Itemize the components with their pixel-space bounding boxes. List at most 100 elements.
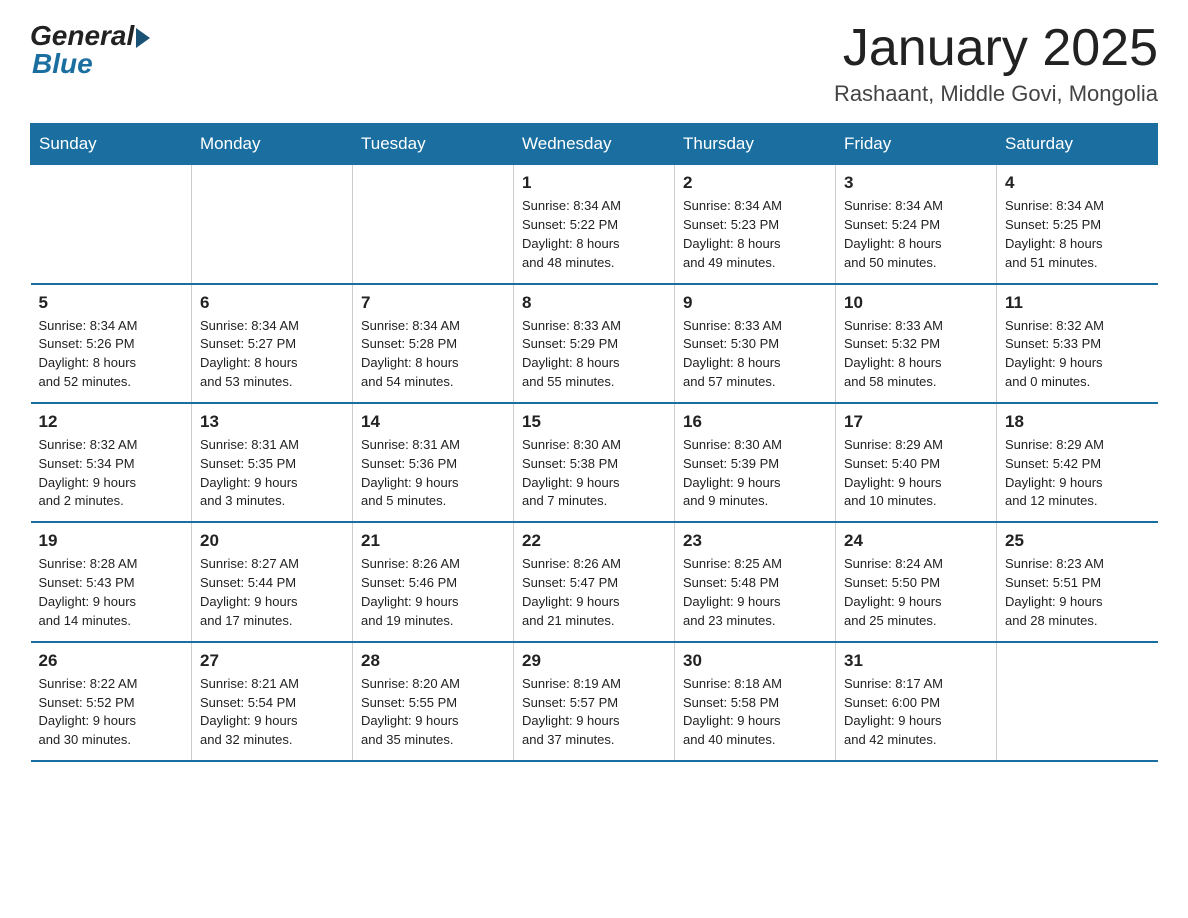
day-number: 16 xyxy=(683,412,827,432)
day-info: Sunrise: 8:22 AM Sunset: 5:52 PM Dayligh… xyxy=(39,675,184,750)
month-title: January 2025 xyxy=(834,20,1158,77)
day-number: 1 xyxy=(522,173,666,193)
calendar-table: SundayMondayTuesdayWednesdayThursdayFrid… xyxy=(30,123,1158,762)
day-number: 27 xyxy=(200,651,344,671)
day-info: Sunrise: 8:31 AM Sunset: 5:35 PM Dayligh… xyxy=(200,436,344,511)
day-number: 23 xyxy=(683,531,827,551)
calendar-header-row: SundayMondayTuesdayWednesdayThursdayFrid… xyxy=(31,124,1158,165)
calendar-cell: 4 Sunrise: 8:34 AM Sunset: 5:25 PM Daylig… xyxy=(997,165,1158,284)
day-info: Sunrise: 8:34 AM Sunset: 5:28 PM Dayligh… xyxy=(361,317,505,392)
calendar-cell xyxy=(353,165,514,284)
day-info: Sunrise: 8:24 AM Sunset: 5:50 PM Dayligh… xyxy=(844,555,988,630)
logo: General Blue xyxy=(30,20,150,80)
calendar-cell: 12 Sunrise: 8:32 AM Sunset: 5:34 PM Dayli… xyxy=(31,403,192,522)
calendar-header-saturday: Saturday xyxy=(997,124,1158,165)
day-info: Sunrise: 8:18 AM Sunset: 5:58 PM Dayligh… xyxy=(683,675,827,750)
day-number: 17 xyxy=(844,412,988,432)
calendar-cell: 28 Sunrise: 8:20 AM Sunset: 5:55 PM Dayli… xyxy=(353,642,514,761)
day-info: Sunrise: 8:34 AM Sunset: 5:25 PM Dayligh… xyxy=(1005,197,1150,272)
calendar-cell: 14Sunrise: 8:31 AM Sunset: 5:36 PM Dayli… xyxy=(353,403,514,522)
day-info: Sunrise: 8:30 AM Sunset: 5:39 PM Dayligh… xyxy=(683,436,827,511)
day-number: 5 xyxy=(39,293,184,313)
calendar-week-row: 1Sunrise: 8:34 AM Sunset: 5:22 PM Daylig… xyxy=(31,165,1158,284)
day-number: 11 xyxy=(1005,293,1150,313)
calendar-cell: 24 Sunrise: 8:24 AM Sunset: 5:50 PM Dayli… xyxy=(836,522,997,641)
day-number: 30 xyxy=(683,651,827,671)
logo-arrow-icon xyxy=(136,28,150,48)
day-info: Sunrise: 8:25 AM Sunset: 5:48 PM Dayligh… xyxy=(683,555,827,630)
day-number: 31 xyxy=(844,651,988,671)
calendar-cell: 26 Sunrise: 8:22 AM Sunset: 5:52 PM Dayli… xyxy=(31,642,192,761)
day-info: Sunrise: 8:34 AM Sunset: 5:27 PM Dayligh… xyxy=(200,317,344,392)
day-number: 4 xyxy=(1005,173,1150,193)
title-block: January 2025 Rashaant, Middle Govi, Mong… xyxy=(834,20,1158,107)
day-info: Sunrise: 8:30 AM Sunset: 5:38 PM Dayligh… xyxy=(522,436,666,511)
calendar-header-friday: Friday xyxy=(836,124,997,165)
day-number: 18 xyxy=(1005,412,1150,432)
calendar-week-row: 5Sunrise: 8:34 AM Sunset: 5:26 PM Daylig… xyxy=(31,284,1158,403)
calendar-cell: 3 Sunrise: 8:34 AM Sunset: 5:24 PM Daylig… xyxy=(836,165,997,284)
calendar-cell: 2Sunrise: 8:34 AM Sunset: 5:23 PM Daylig… xyxy=(675,165,836,284)
calendar-cell: 18 Sunrise: 8:29 AM Sunset: 5:42 PM Dayli… xyxy=(997,403,1158,522)
calendar-cell: 23 Sunrise: 8:25 AM Sunset: 5:48 PM Dayli… xyxy=(675,522,836,641)
day-number: 24 xyxy=(844,531,988,551)
logo-blue-text: Blue xyxy=(30,48,93,80)
day-number: 6 xyxy=(200,293,344,313)
page-header: General Blue January 2025 Rashaant, Midd… xyxy=(30,20,1158,107)
calendar-cell: 27 Sunrise: 8:21 AM Sunset: 5:54 PM Dayli… xyxy=(192,642,353,761)
day-number: 14 xyxy=(361,412,505,432)
calendar-cell: 10 Sunrise: 8:33 AM Sunset: 5:32 PM Dayli… xyxy=(836,284,997,403)
day-info: Sunrise: 8:17 AM Sunset: 6:00 PM Dayligh… xyxy=(844,675,988,750)
calendar-cell: 5Sunrise: 8:34 AM Sunset: 5:26 PM Daylig… xyxy=(31,284,192,403)
day-info: Sunrise: 8:29 AM Sunset: 5:40 PM Dayligh… xyxy=(844,436,988,511)
day-info: Sunrise: 8:29 AM Sunset: 5:42 PM Dayligh… xyxy=(1005,436,1150,511)
day-number: 20 xyxy=(200,531,344,551)
calendar-cell: 22Sunrise: 8:26 AM Sunset: 5:47 PM Dayli… xyxy=(514,522,675,641)
calendar-cell: 17 Sunrise: 8:29 AM Sunset: 5:40 PM Dayli… xyxy=(836,403,997,522)
calendar-week-row: 12 Sunrise: 8:32 AM Sunset: 5:34 PM Dayli… xyxy=(31,403,1158,522)
day-number: 28 xyxy=(361,651,505,671)
day-number: 2 xyxy=(683,173,827,193)
calendar-cell: 7 Sunrise: 8:34 AM Sunset: 5:28 PM Daylig… xyxy=(353,284,514,403)
day-info: Sunrise: 8:27 AM Sunset: 5:44 PM Dayligh… xyxy=(200,555,344,630)
calendar-cell: 19Sunrise: 8:28 AM Sunset: 5:43 PM Dayli… xyxy=(31,522,192,641)
location-subtitle: Rashaant, Middle Govi, Mongolia xyxy=(834,81,1158,107)
calendar-cell: 30 Sunrise: 8:18 AM Sunset: 5:58 PM Dayli… xyxy=(675,642,836,761)
day-number: 8 xyxy=(522,293,666,313)
calendar-cell xyxy=(31,165,192,284)
day-number: 21 xyxy=(361,531,505,551)
calendar-cell: 29Sunrise: 8:19 AM Sunset: 5:57 PM Dayli… xyxy=(514,642,675,761)
calendar-header-sunday: Sunday xyxy=(31,124,192,165)
day-info: Sunrise: 8:32 AM Sunset: 5:33 PM Dayligh… xyxy=(1005,317,1150,392)
day-number: 3 xyxy=(844,173,988,193)
calendar-week-row: 26 Sunrise: 8:22 AM Sunset: 5:52 PM Dayli… xyxy=(31,642,1158,761)
day-info: Sunrise: 8:23 AM Sunset: 5:51 PM Dayligh… xyxy=(1005,555,1150,630)
calendar-cell: 8 Sunrise: 8:33 AM Sunset: 5:29 PM Daylig… xyxy=(514,284,675,403)
day-info: Sunrise: 8:20 AM Sunset: 5:55 PM Dayligh… xyxy=(361,675,505,750)
day-info: Sunrise: 8:33 AM Sunset: 5:29 PM Dayligh… xyxy=(522,317,666,392)
day-number: 26 xyxy=(39,651,184,671)
day-info: Sunrise: 8:33 AM Sunset: 5:30 PM Dayligh… xyxy=(683,317,827,392)
calendar-cell: 15Sunrise: 8:30 AM Sunset: 5:38 PM Dayli… xyxy=(514,403,675,522)
day-info: Sunrise: 8:34 AM Sunset: 5:24 PM Dayligh… xyxy=(844,197,988,272)
day-info: Sunrise: 8:26 AM Sunset: 5:46 PM Dayligh… xyxy=(361,555,505,630)
day-info: Sunrise: 8:32 AM Sunset: 5:34 PM Dayligh… xyxy=(39,436,184,511)
day-number: 12 xyxy=(39,412,184,432)
calendar-header-wednesday: Wednesday xyxy=(514,124,675,165)
calendar-cell: 21 Sunrise: 8:26 AM Sunset: 5:46 PM Dayli… xyxy=(353,522,514,641)
day-info: Sunrise: 8:33 AM Sunset: 5:32 PM Dayligh… xyxy=(844,317,988,392)
day-info: Sunrise: 8:28 AM Sunset: 5:43 PM Dayligh… xyxy=(39,555,184,630)
calendar-week-row: 19Sunrise: 8:28 AM Sunset: 5:43 PM Dayli… xyxy=(31,522,1158,641)
day-number: 10 xyxy=(844,293,988,313)
day-number: 25 xyxy=(1005,531,1150,551)
day-number: 7 xyxy=(361,293,505,313)
calendar-cell: 16 Sunrise: 8:30 AM Sunset: 5:39 PM Dayli… xyxy=(675,403,836,522)
day-number: 22 xyxy=(522,531,666,551)
day-number: 13 xyxy=(200,412,344,432)
calendar-cell: 11 Sunrise: 8:32 AM Sunset: 5:33 PM Dayli… xyxy=(997,284,1158,403)
calendar-cell: 6 Sunrise: 8:34 AM Sunset: 5:27 PM Daylig… xyxy=(192,284,353,403)
calendar-cell: 20 Sunrise: 8:27 AM Sunset: 5:44 PM Dayli… xyxy=(192,522,353,641)
day-info: Sunrise: 8:21 AM Sunset: 5:54 PM Dayligh… xyxy=(200,675,344,750)
calendar-cell xyxy=(192,165,353,284)
day-number: 29 xyxy=(522,651,666,671)
